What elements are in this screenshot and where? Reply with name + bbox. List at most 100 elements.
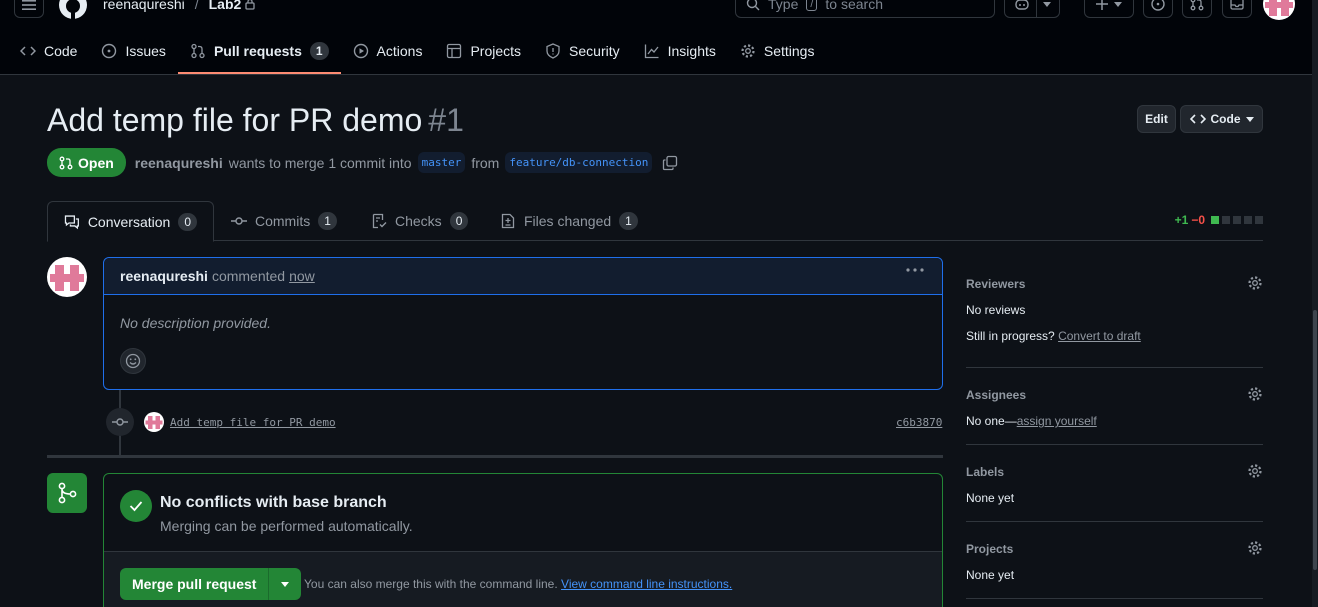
github-logo-icon[interactable] <box>58 0 88 20</box>
conversation-count: 0 <box>178 212 197 231</box>
merge-method-dropdown[interactable] <box>269 568 302 600</box>
sidebar-projects: Projects None yet <box>966 522 1263 599</box>
comment-header: reenaqureshi commented now <box>104 258 942 295</box>
add-reaction-button[interactable] <box>120 348 146 374</box>
breadcrumb-repo[interactable]: Lab2 <box>209 0 256 12</box>
tab-settings-label: Settings <box>763 43 815 59</box>
tab-conversation[interactable]: Conversation 0 <box>47 201 214 242</box>
hamburger-icon <box>22 0 36 10</box>
sidebar-reviewers-title[interactable]: Reviewers <box>966 277 1025 291</box>
issue-icon <box>1151 0 1165 11</box>
tab-conversation-label: Conversation <box>87 213 171 230</box>
sidebar-assignees-title[interactable]: Assignees <box>966 388 1026 402</box>
git-merge-icon <box>58 482 77 504</box>
sidebar-draft-row: Still in progress? Convert to draft <box>966 329 1141 343</box>
command-line-note-text: You can also merge this with the command… <box>304 577 558 591</box>
pr-tabs: Conversation 0 Commits 1 Checks 0 Files … <box>47 201 1263 242</box>
base-branch[interactable]: master <box>417 152 466 173</box>
command-line-note: You can also merge this with the command… <box>304 577 732 591</box>
tab-security[interactable]: Security <box>533 32 632 70</box>
search-input[interactable]: Type / to search <box>735 0 995 18</box>
issue-icon <box>102 43 117 59</box>
commit-author-avatar[interactable] <box>144 412 164 432</box>
timeline-divider <box>47 455 943 458</box>
sidebar-projects-title[interactable]: Projects <box>966 542 1013 556</box>
code-icon <box>20 46 36 56</box>
breadcrumb: reenaqureshi / Lab2 <box>103 0 255 12</box>
checks-count: 0 <box>449 212 469 230</box>
projects-settings-button[interactable] <box>1247 540 1263 556</box>
labels-settings-button[interactable] <box>1247 463 1263 479</box>
commit-sha-link[interactable]: c6b3870 <box>896 416 942 429</box>
pr-author-link[interactable]: reenaqureshi <box>135 155 223 171</box>
breadcrumb-owner[interactable]: reenaqureshi <box>103 0 185 12</box>
diff-block-neutral <box>1255 216 1263 224</box>
comment-timestamp[interactable]: now <box>289 268 315 284</box>
tab-checks[interactable]: Checks 0 <box>355 201 484 241</box>
tab-settings[interactable]: Settings <box>728 32 827 70</box>
sidebar-labels-title[interactable]: Labels <box>966 465 1004 479</box>
tab-insights-label: Insights <box>667 43 716 59</box>
gear-icon <box>1248 541 1262 555</box>
gear-icon <box>1248 387 1262 401</box>
git-commit-icon <box>112 418 128 426</box>
copy-branch-button[interactable] <box>662 155 678 171</box>
check-circle-icon <box>120 490 152 522</box>
code-button[interactable]: Code <box>1180 105 1263 133</box>
shield-icon <box>546 43 560 59</box>
comment-body: No description provided. <box>120 315 271 331</box>
merge-pull-request-button[interactable]: Merge pull request <box>120 568 270 600</box>
sidebar-reviewers-value: No reviews <box>966 303 1026 317</box>
repo-nav: Code Issues Pull requests 1 Actions Proj… <box>20 32 826 74</box>
scrollbar-thumb[interactable] <box>1313 310 1317 570</box>
tab-security-label: Security <box>569 43 620 59</box>
tab-pull-requests[interactable]: Pull requests 1 <box>177 32 341 74</box>
tab-actions[interactable]: Actions <box>341 32 435 70</box>
convert-to-draft-link[interactable]: Convert to draft <box>1058 329 1141 343</box>
assignees-settings-button[interactable] <box>1247 386 1263 402</box>
menu-button[interactable] <box>14 0 44 18</box>
copilot-button[interactable] <box>1004 0 1060 18</box>
tab-projects[interactable]: Projects <box>434 32 533 70</box>
smiley-icon <box>125 353 141 369</box>
tab-insights[interactable]: Insights <box>632 32 728 70</box>
head-branch[interactable]: feature/db-connection <box>505 152 653 173</box>
tab-issues[interactable]: Issues <box>89 32 177 70</box>
reviewers-settings-button[interactable] <box>1247 275 1263 291</box>
comment-author[interactable]: reenaqureshi <box>120 268 208 284</box>
issues-button[interactable] <box>1143 0 1173 18</box>
comment-author-avatar[interactable] <box>47 257 87 297</box>
inbox-button[interactable] <box>1222 0 1252 18</box>
commit-message-link[interactable]: Add temp file for PR demo <box>170 416 336 429</box>
create-new-button[interactable] <box>1084 0 1134 18</box>
tab-code-label: Code <box>44 43 78 59</box>
tab-commits[interactable]: Commits 1 <box>215 201 353 241</box>
command-line-instructions-link[interactable]: View command line instructions. <box>561 577 732 591</box>
diff-block-added <box>1211 216 1219 224</box>
tab-checks-label: Checks <box>395 213 442 229</box>
page-title: Add temp file for PR demo #1 <box>47 102 464 139</box>
assign-yourself-link[interactable]: assign yourself <box>1017 414 1097 428</box>
tab-code[interactable]: Code <box>20 32 89 70</box>
edit-button[interactable]: Edit <box>1137 105 1176 133</box>
tab-commits-label: Commits <box>255 213 311 229</box>
merge-actions: Merge pull request You can also merge th… <box>104 552 942 607</box>
additions-count: +1 <box>1174 213 1189 227</box>
diff-block-neutral <box>1233 216 1241 224</box>
pr-meta: Open reenaqureshi wants to merge 1 commi… <box>47 148 678 177</box>
deletions-count: −0 <box>1191 213 1205 227</box>
sidebar-labels-value: None yet <box>966 491 1015 505</box>
assignees-none: No one— <box>966 414 1017 428</box>
kebab-horizontal-icon <box>906 268 924 272</box>
user-avatar[interactable] <box>1263 0 1295 20</box>
chevron-down-icon <box>1114 1 1122 7</box>
file-diff-icon <box>501 213 515 229</box>
merge-description: wants to merge 1 commit into <box>228 154 412 171</box>
pull-requests-button[interactable] <box>1182 0 1212 18</box>
tab-files-changed[interactable]: Files changed 1 <box>484 201 654 241</box>
sidebar-labels: Labels None yet <box>966 445 1263 522</box>
search-placeholder-suffix: to search <box>825 0 884 12</box>
sidebar-assignees: Assignees No one—assign yourself <box>966 368 1263 445</box>
gear-icon <box>1248 464 1262 478</box>
comment-options-button[interactable] <box>906 268 924 272</box>
